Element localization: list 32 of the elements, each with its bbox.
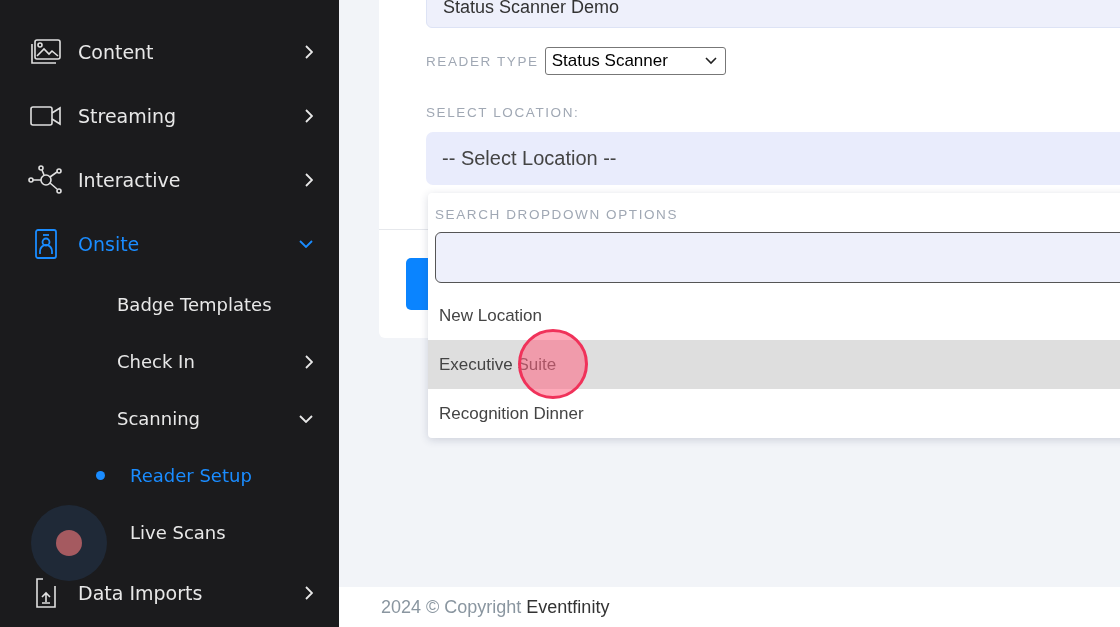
nav-item[interactable]: Data Imports — [78, 582, 305, 604]
chevron-right-icon[interactable] — [305, 173, 313, 187]
chevron-right-icon[interactable] — [305, 45, 313, 59]
nav-item[interactable]: Onsite — [78, 233, 299, 255]
video-camera-icon — [30, 105, 62, 127]
nav-item[interactable]: Interactive — [78, 169, 305, 191]
search-field[interactable] — [435, 232, 1120, 283]
nav-subitem[interactable]: Scanning — [117, 408, 299, 429]
network-icon — [28, 165, 64, 195]
name-field[interactable]: Status Scanner Demo — [426, 0, 1120, 28]
caret-icon — [704, 57, 717, 65]
search-label: SEARCH DROPDOWN OPTIONS — [435, 207, 680, 222]
nav-subitem[interactable]: Check In — [117, 351, 305, 372]
dropdown-option[interactable]: Recognition Dinner — [428, 389, 1120, 438]
nav-item[interactable]: Content — [78, 41, 305, 63]
field-label: READER TYPE — [426, 53, 539, 69]
copyright-text: 2024 © Copyright — [381, 596, 522, 618]
nav-item[interactable]: Streaming — [78, 105, 305, 127]
upload-file-icon — [35, 578, 57, 608]
chevron-right-icon[interactable] — [305, 109, 313, 123]
field-label: SELECT LOCATION: — [426, 105, 581, 120]
nav-subitem[interactable]: Badge Templates — [117, 294, 313, 315]
reader-type-select[interactable]: Status Scanner — [544, 47, 726, 75]
badge-icon — [35, 229, 57, 259]
brand-link[interactable]: Eventfinity — [526, 596, 610, 618]
nav-subitem[interactable]: Reader Setup — [130, 465, 252, 486]
chevron-right-icon[interactable] — [305, 586, 313, 600]
images-icon — [30, 38, 62, 66]
location-select[interactable]: -- Select Location -- — [426, 132, 1120, 185]
dropdown-option[interactable]: New Location — [428, 291, 1120, 340]
chevron-right-icon[interactable] — [305, 354, 313, 369]
nav-subitem[interactable]: Live Scans — [130, 522, 226, 543]
